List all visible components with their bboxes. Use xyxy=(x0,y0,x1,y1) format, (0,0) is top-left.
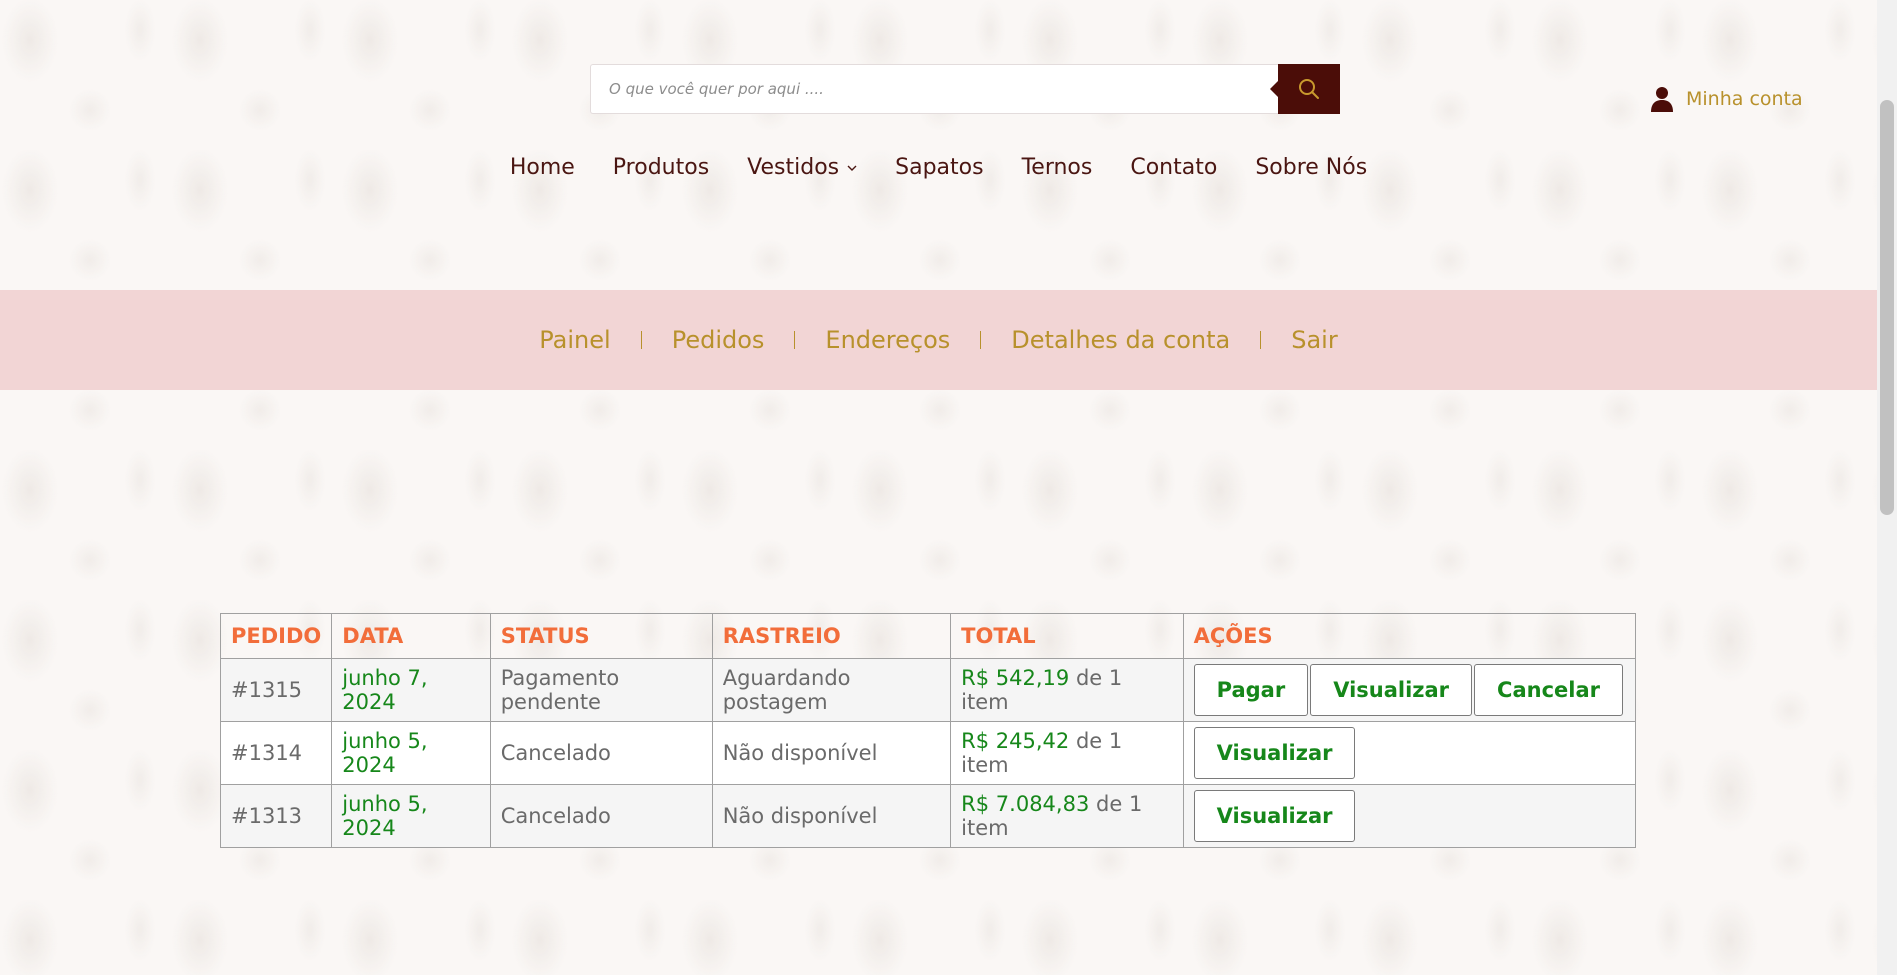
nav-home-label: Home xyxy=(509,155,575,180)
search-bar xyxy=(590,64,1340,114)
account-nav-sair[interactable]: Sair xyxy=(1291,326,1337,354)
nav-sobre-nos-label: Sobre Nós xyxy=(1255,155,1368,180)
order-price: R$ 245,42 xyxy=(961,729,1070,753)
divider xyxy=(640,331,642,349)
column-header-data: DATA xyxy=(331,613,491,659)
nav-produtos-label: Produtos xyxy=(612,155,710,180)
account-navigation: Painel Pedidos Endereços Detalhes da con… xyxy=(0,290,1877,390)
nav-ternos-label: Ternos xyxy=(1021,155,1093,180)
orders-table: PEDIDO DATA STATUS RASTREIO TOTAL AÇÕES … xyxy=(219,613,1637,848)
table-row: #1314 junho 5, 2024 Cancelado Não dispon… xyxy=(219,721,1637,785)
order-total: R$ 542,19 de 1 item xyxy=(950,658,1184,722)
nav-ternos[interactable]: Ternos xyxy=(1022,155,1093,180)
order-number-text: #1314 xyxy=(231,741,303,765)
order-price: R$ 7.084,83 xyxy=(961,792,1090,816)
order-price: R$ 542,19 xyxy=(961,666,1070,690)
nav-vestidos[interactable]: Vestidos xyxy=(747,155,857,180)
nav-sobre-nos[interactable]: Sobre Nós xyxy=(1255,155,1367,180)
account-nav-pedidos[interactable]: Pedidos xyxy=(672,326,765,354)
table-header-row: PEDIDO DATA STATUS RASTREIO TOTAL AÇÕES xyxy=(219,613,1637,659)
main-navigation: Home Produtos Vestidos Sapatos Ternos Co… xyxy=(0,155,1877,180)
nav-produtos[interactable]: Produtos xyxy=(613,155,709,180)
order-total: R$ 7.084,83 de 1 item xyxy=(950,784,1184,848)
column-header-pedido: PEDIDO xyxy=(219,613,333,659)
divider xyxy=(1260,331,1262,349)
order-date: junho 7, 2024 xyxy=(331,658,491,722)
order-number[interactable]: #1313 xyxy=(219,784,333,848)
order-number-text: #1313 xyxy=(231,804,303,828)
order-number[interactable]: #1314 xyxy=(219,721,333,785)
user-icon xyxy=(1651,87,1673,112)
nav-contato[interactable]: Contato xyxy=(1130,155,1217,180)
table-row: #1313 junho 5, 2024 Cancelado Não dispon… xyxy=(219,784,1637,848)
nav-vestidos-label: Vestidos xyxy=(747,155,840,180)
chevron-down-icon xyxy=(847,165,857,171)
divider xyxy=(794,331,796,349)
column-header-rastreio: RASTREIO xyxy=(711,613,952,659)
view-button[interactable]: Visualizar xyxy=(1310,664,1473,716)
divider xyxy=(980,331,982,349)
column-header-status: STATUS xyxy=(489,613,713,659)
view-button[interactable]: Visualizar xyxy=(1193,790,1356,842)
order-number[interactable]: #1315 xyxy=(219,658,333,722)
order-status: Cancelado xyxy=(489,784,713,848)
pay-button[interactable]: Pagar xyxy=(1193,664,1309,716)
view-button[interactable]: Visualizar xyxy=(1193,727,1356,779)
search-button[interactable] xyxy=(1270,64,1340,114)
scrollbar-thumb[interactable] xyxy=(1880,100,1894,515)
cancel-button[interactable]: Cancelar xyxy=(1474,664,1623,716)
nav-home[interactable]: Home xyxy=(510,155,575,180)
nav-sapatos[interactable]: Sapatos xyxy=(895,155,983,180)
account-nav-detalhes[interactable]: Detalhes da conta xyxy=(1011,326,1230,354)
my-account-link[interactable]: Minha conta xyxy=(1650,86,1803,112)
order-date: junho 5, 2024 xyxy=(331,784,491,848)
nav-contato-label: Contato xyxy=(1130,155,1218,180)
nav-sapatos-label: Sapatos xyxy=(895,155,984,180)
order-number-text: #1315 xyxy=(231,678,303,702)
search-icon xyxy=(1299,79,1319,99)
order-status: Cancelado xyxy=(489,721,713,785)
order-tracking: Aguardando postagem xyxy=(711,658,952,722)
order-total: R$ 245,42 de 1 item xyxy=(950,721,1184,785)
column-header-total: TOTAL xyxy=(950,613,1184,659)
table-row: #1315 junho 7, 2024 Pagamento pendente A… xyxy=(219,658,1637,722)
search-input[interactable] xyxy=(590,64,1278,114)
account-nav-enderecos[interactable]: Endereços xyxy=(825,326,950,354)
my-account-label: Minha conta xyxy=(1686,88,1803,110)
column-header-acoes: AÇÕES xyxy=(1182,613,1637,659)
order-actions: Visualizar xyxy=(1182,721,1637,785)
order-tracking: Não disponível xyxy=(711,721,952,785)
order-actions: Pagar Visualizar Cancelar xyxy=(1182,658,1637,722)
account-nav-painel[interactable]: Painel xyxy=(539,326,610,354)
order-date: junho 5, 2024 xyxy=(331,721,491,785)
order-tracking: Não disponível xyxy=(711,784,952,848)
order-actions: Visualizar xyxy=(1182,784,1637,848)
order-status: Pagamento pendente xyxy=(489,658,713,722)
